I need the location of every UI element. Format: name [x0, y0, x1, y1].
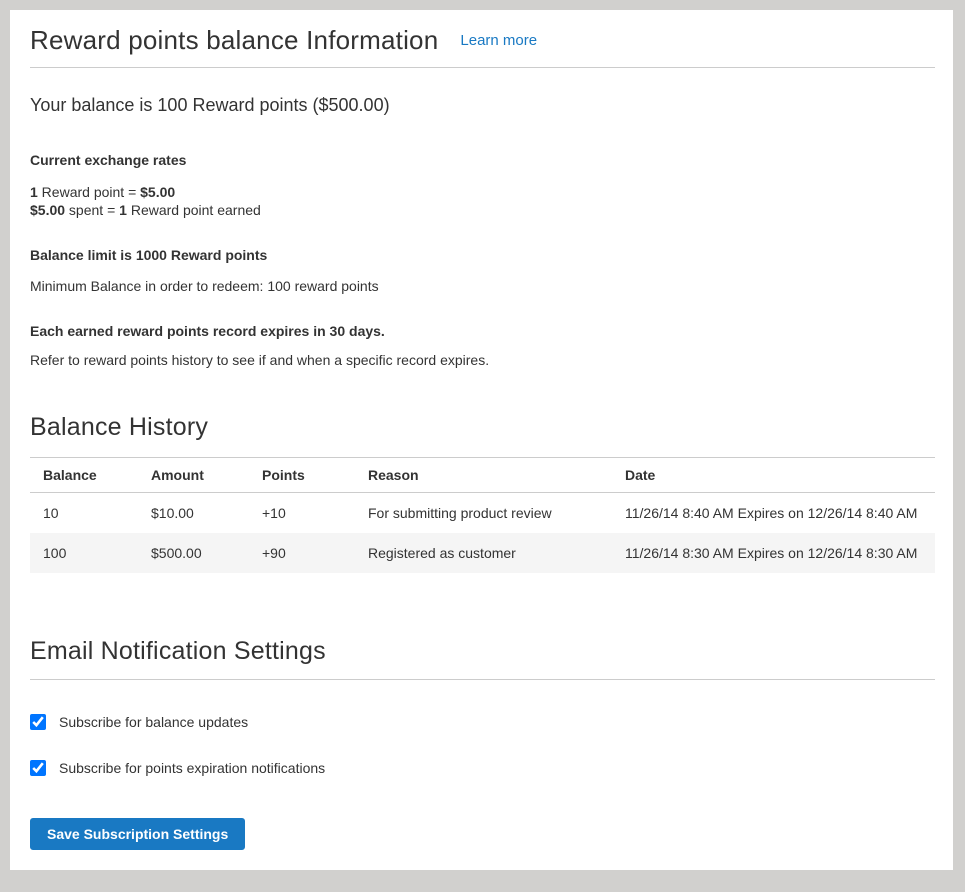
balance-updates-option: Subscribe for balance updates: [30, 714, 935, 730]
cell-date: 11/26/14 8:40 AM Expires on 12/26/14 8:4…: [625, 493, 935, 534]
cell-amount: $500.00: [151, 533, 262, 573]
expiration-hint: Refer to reward points history to see if…: [30, 352, 935, 368]
balance-limit-note: Balance limit is 1000 Reward points: [30, 247, 935, 263]
exchange-rates-heading: Current exchange rates: [30, 152, 935, 168]
balance-history-table: Balance Amount Points Reason Date 10 $10…: [30, 457, 935, 573]
column-header-balance: Balance: [30, 458, 151, 493]
table-row: 100 $500.00 +90 Registered as customer 1…: [30, 533, 935, 573]
cell-reason: Registered as customer: [368, 533, 625, 573]
table-row: 10 $10.00 +10 For submitting product rev…: [30, 493, 935, 534]
points-expiration-checkbox[interactable]: [30, 760, 46, 776]
balance-history-heading: Balance History: [30, 413, 935, 442]
cell-reason: For submitting product review: [368, 493, 625, 534]
column-header-amount: Amount: [151, 458, 262, 493]
rate-line-spend: $5.00 spent = 1 Reward point earned: [30, 201, 935, 219]
email-settings-heading: Email Notification Settings: [30, 637, 935, 680]
cell-date: 11/26/14 8:30 AM Expires on 12/26/14 8:3…: [625, 533, 935, 573]
expiration-note: Each earned reward points record expires…: [30, 323, 935, 339]
column-header-date: Date: [625, 458, 935, 493]
page-title: Reward points balance Information: [30, 25, 438, 56]
page-header: Reward points balance Information Learn …: [30, 10, 935, 68]
reward-points-page: Reward points balance Information Learn …: [10, 10, 953, 870]
balance-summary: Your balance is 100 Reward points ($500.…: [30, 95, 935, 116]
cell-balance: 100: [30, 533, 151, 573]
exchange-rate-lines: 1 Reward point = $5.00 $5.00 spent = 1 R…: [30, 183, 935, 219]
column-header-reason: Reason: [368, 458, 625, 493]
balance-updates-checkbox[interactable]: [30, 714, 46, 730]
table-header-row: Balance Amount Points Reason Date: [30, 458, 935, 493]
minimum-balance-note: Minimum Balance in order to redeem: 100 …: [30, 278, 935, 294]
save-subscription-settings-button[interactable]: Save Subscription Settings: [30, 818, 245, 850]
balance-updates-label[interactable]: Subscribe for balance updates: [59, 714, 248, 730]
cell-points: +10: [262, 493, 368, 534]
rate-line-earn: 1 Reward point = $5.00: [30, 183, 935, 201]
cell-amount: $10.00: [151, 493, 262, 534]
points-expiration-option: Subscribe for points expiration notifica…: [30, 760, 935, 776]
cell-balance: 10: [30, 493, 151, 534]
learn-more-link[interactable]: Learn more: [460, 32, 537, 49]
points-expiration-label[interactable]: Subscribe for points expiration notifica…: [59, 760, 325, 776]
cell-points: +90: [262, 533, 368, 573]
column-header-points: Points: [262, 458, 368, 493]
